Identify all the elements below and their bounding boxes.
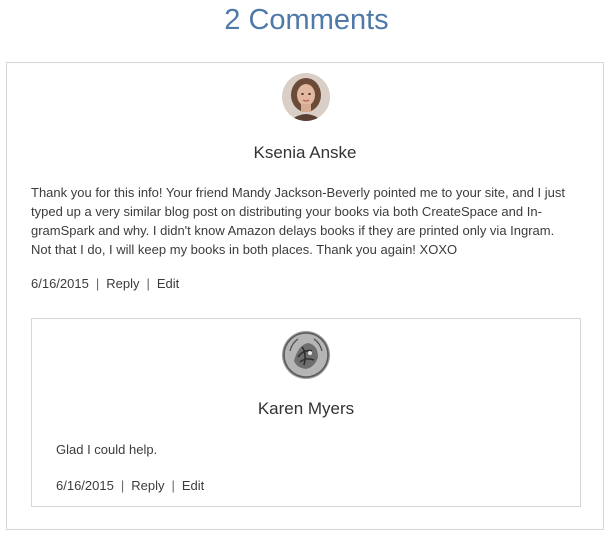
edit-link[interactable]: Edit xyxy=(182,478,204,493)
avatar xyxy=(282,331,330,379)
comment-body: Thank you for this info! Your friend Man… xyxy=(31,185,566,257)
comment-author: Karen Myers xyxy=(257,399,355,418)
reply-link[interactable]: Reply xyxy=(106,276,139,291)
comment-date: 6/16/2015 xyxy=(31,276,89,291)
edit-link[interactable]: Edit xyxy=(157,276,179,291)
comments-heading: 2 Comments xyxy=(224,4,389,36)
comment-body: Glad I could help. xyxy=(56,442,158,457)
separator: | xyxy=(171,478,175,493)
avatar xyxy=(282,73,330,121)
user-photo-icon xyxy=(282,331,330,379)
comment-karen-reply: Karen Myers Glad I could help. 6/16/2015… xyxy=(31,318,581,507)
comment-date: 6/16/2015 xyxy=(56,478,114,493)
reply-link[interactable]: Reply xyxy=(131,478,164,493)
comment-meta: 6/16/2015 | Reply | Edit xyxy=(56,477,204,495)
comment-author: Ksenia Anske xyxy=(253,143,357,162)
separator: | xyxy=(95,276,100,291)
comment-ksenia: Ksenia Anske Thank you for this info! Yo… xyxy=(6,62,604,530)
user-photo-icon xyxy=(282,73,330,121)
comment-meta: 6/16/2015 | Reply | Edit xyxy=(31,275,179,293)
separator: | xyxy=(146,276,150,291)
separator: | xyxy=(120,478,125,493)
